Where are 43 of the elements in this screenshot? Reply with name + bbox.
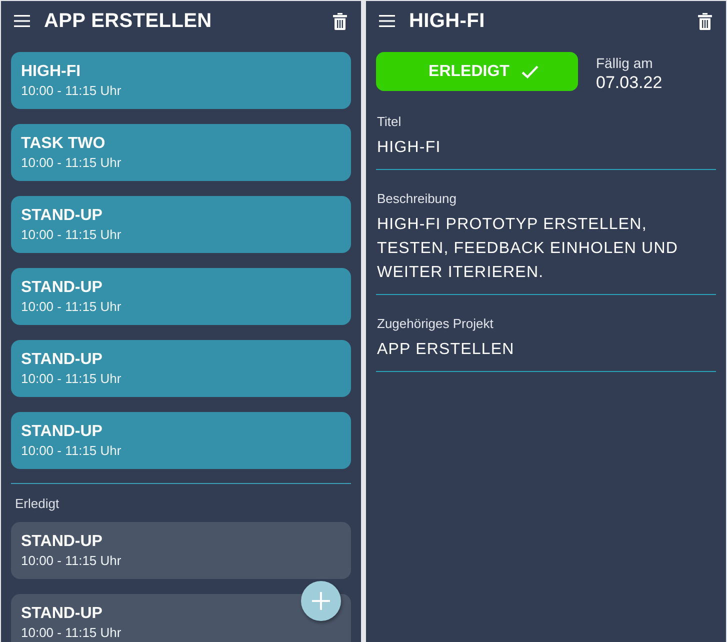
task-title: STAND-UP bbox=[21, 604, 104, 624]
task-title: STAND-UP bbox=[21, 206, 104, 226]
task-title: STAND-UP bbox=[21, 532, 104, 552]
text-field[interactable]: HIGH-FI bbox=[376, 136, 716, 170]
due-label: Fällig am bbox=[596, 54, 654, 72]
field-label: Titel bbox=[376, 114, 402, 130]
due-date: 07.03.22 bbox=[596, 72, 662, 94]
task-time: 10:00 - 11:15 Uhr bbox=[21, 298, 122, 315]
task-title: STAND-UP bbox=[21, 278, 104, 298]
field-label: Beschreibung bbox=[376, 191, 458, 207]
text-field[interactable]: HIGH-FI PROTOTYP ERSTELLEN, TESTEN, FEEDBACK EINHOLEN UND WEITER ITERIEREN. bbox=[376, 213, 716, 295]
task-title: TASK TWO bbox=[21, 134, 106, 154]
task-time: 10:00 - 11:15 Uhr bbox=[21, 624, 122, 641]
done-button[interactable]: ERLEDIGT bbox=[376, 52, 578, 91]
task-title: STAND-UP bbox=[21, 350, 104, 370]
task-time: 10:00 - 11:15 Uhr bbox=[21, 154, 122, 171]
task-title: HIGH-FI bbox=[21, 62, 82, 82]
screen-title: APP ERSTELLEN bbox=[44, 10, 212, 32]
task-card[interactable]: STAND-UP 10:00 - 11:15 Uhr bbox=[11, 340, 351, 397]
task-card[interactable]: STAND-UP 10:00 - 11:15 Uhr bbox=[11, 268, 351, 325]
task-card[interactable]: STAND-UP 10:00 - 11:15 Uhr bbox=[11, 412, 351, 469]
plus-icon bbox=[312, 592, 330, 610]
task-title: STAND-UP bbox=[21, 422, 104, 442]
add-button[interactable] bbox=[301, 581, 341, 621]
text-field[interactable]: APP ERSTELLEN bbox=[376, 338, 716, 372]
task-time: 10:00 - 11:15 Uhr bbox=[21, 552, 122, 569]
menu-icon[interactable] bbox=[14, 15, 30, 27]
screen-title: HIGH-FI bbox=[409, 10, 485, 32]
task-card[interactable]: HIGH-FI 10:00 - 11:15 Uhr bbox=[11, 52, 351, 109]
task-card[interactable]: TASK TWO 10:00 - 11:15 Uhr bbox=[11, 124, 351, 181]
section-heading: Erledigt bbox=[15, 495, 60, 512]
task-card[interactable]: STAND-UP 10:00 - 11:15 Uhr bbox=[11, 522, 351, 579]
menu-icon[interactable] bbox=[379, 15, 395, 27]
task-time: 10:00 - 11:15 Uhr bbox=[21, 82, 122, 99]
task-time: 10:00 - 11:15 Uhr bbox=[21, 370, 122, 387]
task-time: 10:00 - 11:15 Uhr bbox=[21, 442, 122, 459]
task-time: 10:00 - 11:15 Uhr bbox=[21, 226, 122, 243]
check-icon bbox=[521, 64, 540, 78]
field-label: Zugehöriges Projekt bbox=[376, 316, 494, 332]
trash-icon[interactable] bbox=[698, 12, 712, 30]
task-card[interactable]: STAND-UP 10:00 - 11:15 Uhr bbox=[11, 594, 351, 642]
trash-icon[interactable] bbox=[333, 12, 347, 30]
task-card[interactable]: STAND-UP 10:00 - 11:15 Uhr bbox=[11, 196, 351, 253]
